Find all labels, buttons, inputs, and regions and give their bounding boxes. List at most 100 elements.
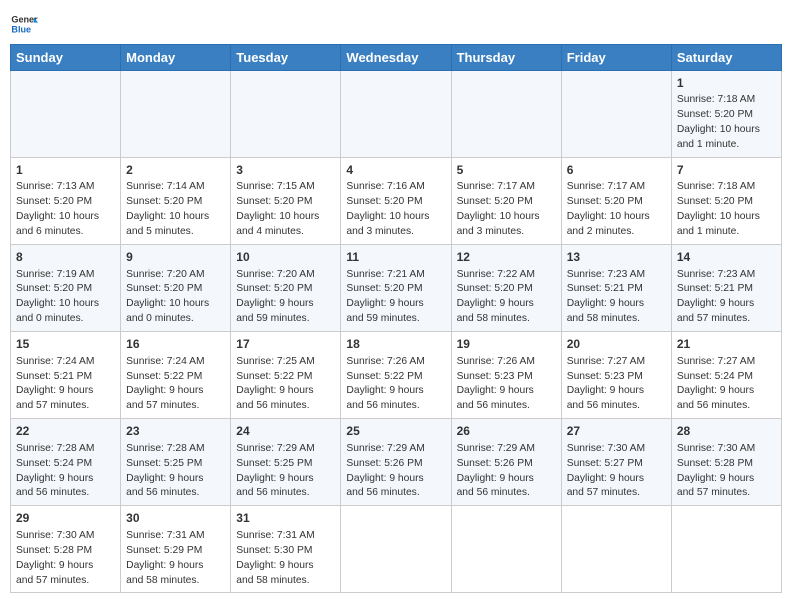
day-header-wednesday: Wednesday <box>341 45 451 71</box>
day-info: Daylight: 9 hours <box>567 297 666 312</box>
day-info: Daylight: 10 hours <box>346 210 445 225</box>
day-info: and 56 minutes. <box>346 399 445 414</box>
day-cell: 13Sunrise: 7:23 AMSunset: 5:21 PMDayligh… <box>561 245 671 332</box>
day-info: Daylight: 10 hours <box>457 210 556 225</box>
day-info: Sunrise: 7:22 AM <box>457 268 556 283</box>
day-info: and 57 minutes. <box>16 574 115 589</box>
day-number: 23 <box>126 423 225 440</box>
day-info: and 0 minutes. <box>16 312 115 327</box>
day-info: Sunset: 5:28 PM <box>677 457 776 472</box>
day-cell <box>11 71 121 158</box>
day-info: and 57 minutes. <box>567 486 666 501</box>
day-cell: 8Sunrise: 7:19 AMSunset: 5:20 PMDaylight… <box>11 245 121 332</box>
day-info: Daylight: 9 hours <box>346 472 445 487</box>
day-info: Sunrise: 7:27 AM <box>677 355 776 370</box>
day-info: and 56 minutes. <box>236 486 335 501</box>
day-info: and 3 minutes. <box>346 225 445 240</box>
week-row-1: 1Sunrise: 7:18 AMSunset: 5:20 PMDaylight… <box>11 71 782 158</box>
week-row-4: 15Sunrise: 7:24 AMSunset: 5:21 PMDayligh… <box>11 332 782 419</box>
day-cell: 21Sunrise: 7:27 AMSunset: 5:24 PMDayligh… <box>671 332 781 419</box>
day-cell: 23Sunrise: 7:28 AMSunset: 5:25 PMDayligh… <box>121 419 231 506</box>
day-number: 1 <box>677 75 776 92</box>
day-number: 29 <box>16 510 115 527</box>
day-info: Sunset: 5:29 PM <box>126 544 225 559</box>
day-cell: 2Sunrise: 7:14 AMSunset: 5:20 PMDaylight… <box>121 158 231 245</box>
day-number: 17 <box>236 336 335 353</box>
day-info: Sunrise: 7:31 AM <box>236 529 335 544</box>
day-number: 21 <box>677 336 776 353</box>
day-cell: 31Sunrise: 7:31 AMSunset: 5:30 PMDayligh… <box>231 506 341 593</box>
day-info: and 58 minutes. <box>567 312 666 327</box>
day-info: Sunset: 5:28 PM <box>16 544 115 559</box>
day-cell: 17Sunrise: 7:25 AMSunset: 5:22 PMDayligh… <box>231 332 341 419</box>
day-cell: 7Sunrise: 7:18 AMSunset: 5:20 PMDaylight… <box>671 158 781 245</box>
day-info: Daylight: 9 hours <box>457 297 556 312</box>
day-info: Sunset: 5:20 PM <box>16 195 115 210</box>
day-number: 4 <box>346 162 445 179</box>
day-info: and 58 minutes. <box>126 574 225 589</box>
day-info: Sunrise: 7:21 AM <box>346 268 445 283</box>
day-number: 13 <box>567 249 666 266</box>
day-info: Sunset: 5:30 PM <box>236 544 335 559</box>
calendar-table: SundayMondayTuesdayWednesdayThursdayFrid… <box>10 44 782 593</box>
day-cell <box>671 506 781 593</box>
day-info: Sunrise: 7:26 AM <box>346 355 445 370</box>
day-cell: 5Sunrise: 7:17 AMSunset: 5:20 PMDaylight… <box>451 158 561 245</box>
day-info: and 56 minutes. <box>677 399 776 414</box>
day-info: and 58 minutes. <box>457 312 556 327</box>
day-info: Sunrise: 7:23 AM <box>567 268 666 283</box>
day-info: and 57 minutes. <box>126 399 225 414</box>
day-info: Sunrise: 7:17 AM <box>457 180 556 195</box>
day-info: Sunrise: 7:31 AM <box>126 529 225 544</box>
day-info: Sunset: 5:20 PM <box>126 282 225 297</box>
day-cell <box>561 71 671 158</box>
week-row-5: 22Sunrise: 7:28 AMSunset: 5:24 PMDayligh… <box>11 419 782 506</box>
day-number: 12 <box>457 249 556 266</box>
week-row-6: 29Sunrise: 7:30 AMSunset: 5:28 PMDayligh… <box>11 506 782 593</box>
day-info: Daylight: 10 hours <box>236 210 335 225</box>
day-info: and 56 minutes. <box>16 486 115 501</box>
day-info: and 57 minutes. <box>677 486 776 501</box>
day-info: Daylight: 9 hours <box>677 472 776 487</box>
day-cell: 16Sunrise: 7:24 AMSunset: 5:22 PMDayligh… <box>121 332 231 419</box>
day-info: Daylight: 9 hours <box>126 384 225 399</box>
day-info: Sunrise: 7:24 AM <box>126 355 225 370</box>
day-cell: 19Sunrise: 7:26 AMSunset: 5:23 PMDayligh… <box>451 332 561 419</box>
day-info: Sunset: 5:20 PM <box>567 195 666 210</box>
day-info: Daylight: 9 hours <box>236 472 335 487</box>
day-info: Sunrise: 7:18 AM <box>677 93 776 108</box>
day-info: Sunset: 5:24 PM <box>16 457 115 472</box>
day-cell <box>341 71 451 158</box>
day-cell: 29Sunrise: 7:30 AMSunset: 5:28 PMDayligh… <box>11 506 121 593</box>
day-info: Sunset: 5:20 PM <box>126 195 225 210</box>
day-header-sunday: Sunday <box>11 45 121 71</box>
day-info: Daylight: 9 hours <box>457 384 556 399</box>
day-info: and 2 minutes. <box>567 225 666 240</box>
day-info: Sunset: 5:21 PM <box>677 282 776 297</box>
day-info: and 4 minutes. <box>236 225 335 240</box>
day-info: Sunrise: 7:23 AM <box>677 268 776 283</box>
day-info: and 57 minutes. <box>677 312 776 327</box>
day-number: 18 <box>346 336 445 353</box>
day-cell: 11Sunrise: 7:21 AMSunset: 5:20 PMDayligh… <box>341 245 451 332</box>
day-header-friday: Friday <box>561 45 671 71</box>
day-info: Daylight: 10 hours <box>126 297 225 312</box>
day-number: 30 <box>126 510 225 527</box>
day-cell <box>231 71 341 158</box>
day-info: Daylight: 10 hours <box>126 210 225 225</box>
day-info: Sunrise: 7:16 AM <box>346 180 445 195</box>
day-info: Sunrise: 7:28 AM <box>16 442 115 457</box>
day-info: Sunset: 5:26 PM <box>457 457 556 472</box>
day-info: and 5 minutes. <box>126 225 225 240</box>
day-cell <box>451 71 561 158</box>
day-info: Daylight: 9 hours <box>236 297 335 312</box>
day-info: Daylight: 10 hours <box>16 297 115 312</box>
day-info: Sunset: 5:25 PM <box>236 457 335 472</box>
day-info: and 59 minutes. <box>346 312 445 327</box>
day-info: Sunrise: 7:28 AM <box>126 442 225 457</box>
day-cell: 18Sunrise: 7:26 AMSunset: 5:22 PMDayligh… <box>341 332 451 419</box>
day-cell: 1Sunrise: 7:18 AMSunset: 5:20 PMDaylight… <box>671 71 781 158</box>
day-number: 3 <box>236 162 335 179</box>
day-info: and 56 minutes. <box>126 486 225 501</box>
day-number: 27 <box>567 423 666 440</box>
